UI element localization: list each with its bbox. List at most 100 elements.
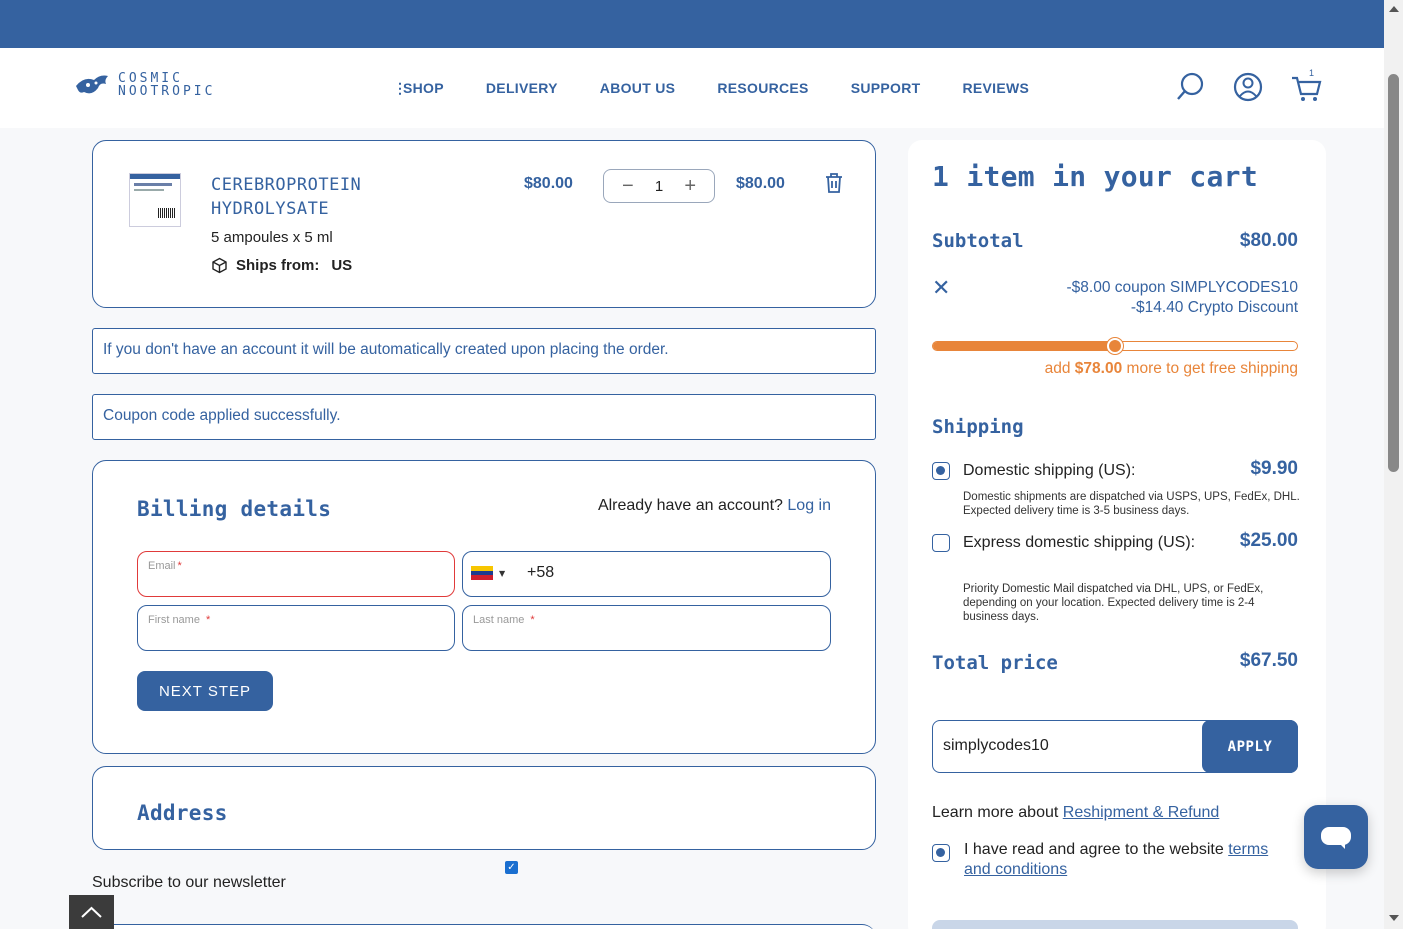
logo-icon bbox=[76, 75, 108, 94]
email-label: Email bbox=[148, 560, 176, 572]
billing-details-card: Billing details Already have an account?… bbox=[92, 460, 876, 754]
address-card[interactable]: Address bbox=[92, 766, 876, 850]
line-total: $80.00 bbox=[736, 175, 785, 192]
first-name-label: First name bbox=[148, 614, 200, 626]
phone-code: +58 bbox=[527, 564, 555, 581]
terms-checkbox[interactable] bbox=[932, 842, 950, 862]
coupon-notice: Coupon code applied successfully. bbox=[92, 394, 876, 440]
nav-delivery[interactable]: DELIVERY bbox=[486, 80, 558, 97]
shipping-name: Domestic shipping (US): bbox=[963, 462, 1136, 479]
chevron-down-icon: ▼ bbox=[499, 568, 506, 578]
page-scrollbar[interactable] bbox=[1384, 0, 1403, 929]
already-account-text: Already have an account? bbox=[597, 497, 783, 514]
terms-radio[interactable] bbox=[932, 844, 950, 862]
unit-price: $80.00 bbox=[524, 175, 573, 192]
order-summary: 1 item in your cart Subtotal $80.00 ✕ -$… bbox=[908, 140, 1326, 929]
progress-knob bbox=[1107, 338, 1123, 354]
login-link[interactable]: Log in bbox=[787, 497, 831, 514]
shipping-radio-domestic[interactable] bbox=[932, 462, 950, 480]
last-name-field[interactable]: Last name * bbox=[462, 605, 831, 651]
quantity-value[interactable]: 1 bbox=[655, 178, 663, 195]
flag-icon bbox=[471, 566, 493, 581]
shipping-price: $9.90 bbox=[1250, 458, 1298, 479]
menu-dots-icon: ⋮ bbox=[393, 80, 408, 96]
shipping-radio-express[interactable] bbox=[932, 534, 950, 552]
nav-resources[interactable]: RESOURCES bbox=[717, 80, 808, 97]
scroll-down-arrow[interactable] bbox=[1389, 915, 1399, 921]
terms-prefix: I have read and agree to the website bbox=[964, 841, 1224, 858]
country-selector[interactable]: ▼ bbox=[471, 566, 506, 581]
close-icon[interactable]: ✕ bbox=[932, 276, 950, 301]
shipping-desc: Priority Domestic Mail dispatched via DH… bbox=[963, 583, 1264, 623]
nav-about-us[interactable]: ABOUT US bbox=[600, 80, 676, 97]
chat-icon[interactable] bbox=[1304, 805, 1368, 869]
subtotal-label: Subtotal bbox=[932, 230, 1024, 252]
required-mark: * bbox=[530, 614, 535, 626]
nav-reviews[interactable]: REVIEWS bbox=[962, 80, 1029, 97]
email-field[interactable]: Email * bbox=[137, 551, 455, 597]
site-header: COSMIC NOOTROPIC ⋮SHOP DELIVERY ABOUT US… bbox=[0, 48, 1384, 128]
ships-from-label: Ships from: bbox=[236, 257, 320, 274]
apply-coupon-button[interactable]: APPLY bbox=[1202, 720, 1298, 773]
learn-prefix: Learn more about bbox=[932, 804, 1059, 821]
product-name[interactable]: CEREBROPROTEIN HYDROLYSATE bbox=[211, 173, 431, 221]
next-step-button[interactable]: NEXT STEP bbox=[137, 671, 273, 711]
billing-title: Billing details bbox=[137, 497, 332, 521]
shipping-name: Express domestic shipping (US): bbox=[963, 534, 1196, 551]
required-mark: * bbox=[205, 614, 211, 626]
increase-quantity-button[interactable]: + bbox=[684, 175, 696, 198]
chevron-up-icon bbox=[81, 906, 102, 918]
total-value: $67.50 bbox=[1239, 650, 1298, 671]
cart-icon[interactable]: 1 bbox=[1290, 68, 1322, 104]
shipping-price: $25.00 bbox=[1239, 530, 1298, 551]
scroll-up-arrow[interactable] bbox=[1389, 6, 1399, 12]
search-icon[interactable] bbox=[1174, 70, 1206, 104]
free-shipping-message: add $78.00 more to get free shipping bbox=[1045, 360, 1298, 378]
newsletter-checkbox[interactable]: ✓ bbox=[505, 861, 518, 874]
decrease-quantity-button[interactable]: − bbox=[622, 175, 634, 198]
subtotal-value: $80.00 bbox=[1239, 230, 1298, 251]
free-ship-amount: $78.00 bbox=[1074, 360, 1123, 377]
free-ship-prefix: add bbox=[1044, 360, 1071, 377]
address-title: Address bbox=[137, 801, 228, 825]
learn-more: Learn more about Reshipment & Refund bbox=[932, 804, 1219, 822]
product-variant: 5 ampoules x 5 ml bbox=[211, 229, 333, 246]
discount-lines: -$8.00 coupon SIMPLYCODES10 -$14.40 Cryp… bbox=[1067, 278, 1298, 318]
quantity-stepper: − 1 + bbox=[603, 169, 715, 203]
terms-agreement: I have read and agree to the website ter… bbox=[964, 840, 1284, 880]
coupon-input[interactable]: simplycodes10 APPLY bbox=[932, 720, 1298, 773]
main-nav: ⋮SHOP DELIVERY ABOUT US RESOURCES SUPPOR… bbox=[393, 80, 1071, 97]
cart-count: 1 bbox=[1309, 68, 1315, 78]
place-order-button[interactable] bbox=[932, 920, 1298, 929]
trash-icon[interactable] bbox=[823, 171, 845, 195]
first-name-field[interactable]: First name * bbox=[137, 605, 455, 651]
ships-from: Ships from: US bbox=[211, 257, 352, 274]
phone-field[interactable]: ▼ +58 bbox=[462, 551, 831, 597]
shipping-desc: Domestic shipments are dispatched via US… bbox=[963, 491, 1300, 517]
brand-logo[interactable]: COSMIC NOOTROPIC bbox=[74, 70, 215, 100]
cart-item-card: CEREBROPROTEIN HYDROLYSATE 5 ampoules x … bbox=[92, 140, 876, 308]
coupon-discount: -$8.00 coupon SIMPLYCODES10 bbox=[1066, 279, 1298, 296]
nav-shop[interactable]: ⋮SHOP bbox=[393, 80, 444, 97]
account-notice: If you don't have an account it will be … bbox=[92, 328, 876, 374]
nav-support[interactable]: SUPPORT bbox=[851, 80, 921, 97]
user-icon[interactable] bbox=[1232, 70, 1264, 104]
coupon-value: simplycodes10 bbox=[943, 737, 1049, 754]
progress-fill bbox=[933, 342, 1115, 350]
next-section-card bbox=[92, 924, 876, 929]
ships-from-value: US bbox=[331, 257, 353, 274]
required-mark: * bbox=[177, 560, 182, 572]
crypto-discount: -$14.40 Crypto Discount bbox=[1130, 299, 1298, 316]
already-account: Already have an account? Log in bbox=[598, 497, 831, 515]
brand-line2: NOOTROPIC bbox=[118, 84, 216, 99]
free-shipping-progress bbox=[932, 338, 1298, 354]
back-to-top-button[interactable] bbox=[69, 895, 114, 929]
product-image[interactable] bbox=[129, 173, 181, 227]
box-icon bbox=[212, 257, 227, 274]
total-label: Total price bbox=[932, 652, 1058, 674]
scroll-thumb[interactable] bbox=[1388, 74, 1399, 472]
summary-title: 1 item in your cart bbox=[932, 160, 1258, 193]
top-banner bbox=[0, 0, 1384, 48]
shipping-label: Shipping bbox=[932, 416, 1024, 438]
reshipment-refund-link[interactable]: Reshipment & Refund bbox=[1063, 804, 1220, 821]
